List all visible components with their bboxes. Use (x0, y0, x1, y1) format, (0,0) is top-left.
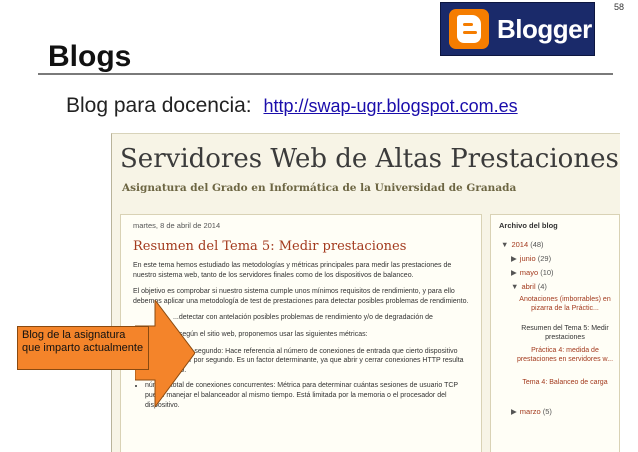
archive-post-link[interactable]: Anotaciones (imborrables) en pizarra de … (515, 296, 615, 313)
blog-title[interactable]: Servidores Web de Altas Prestaciones (120, 144, 619, 174)
archive-count: (48) (530, 240, 544, 249)
archive-post-link[interactable]: Práctica 4: medida de prestaciones en se… (515, 347, 615, 364)
archive-month-link[interactable]: junio (520, 254, 536, 263)
triangle-down-icon: ▼ (511, 282, 519, 291)
archive-count: (29) (537, 254, 552, 263)
archive-month-marzo[interactable]: ▶ marzo (5) (511, 407, 552, 416)
archive-month-mayo[interactable]: ▶ mayo (10) (511, 268, 554, 277)
blogger-wordmark: Blogger (497, 13, 592, 44)
blog-archive-widget: Archivo del blog ▼ 2014 (48) ▶ junio (29) … (490, 214, 620, 452)
archive-month-junio[interactable]: ▶ junio (29) (511, 254, 551, 263)
post-paragraph: En este tema hemos estudiado las metodol… (133, 262, 452, 279)
subtitle: Blog para docencia: http://swap-ugr.blog… (66, 94, 518, 118)
archive-month-link[interactable]: abril (521, 282, 535, 291)
archive-month-abril[interactable]: ▼ abril (4) (511, 282, 547, 291)
archive-month-link[interactable]: marzo (520, 407, 541, 416)
post-title[interactable]: Resumen del Tema 5: Medir prestaciones (133, 239, 406, 254)
triangle-down-icon: ▼ (501, 240, 509, 249)
callout-note: Blog de la asignatura que imparto actual… (17, 326, 149, 370)
title-divider (38, 73, 613, 75)
archive-post-link-current[interactable]: Resumen del Tema 5: Medir prestaciones (515, 325, 615, 342)
blogger-b-icon (449, 9, 489, 49)
archive-count: (4) (537, 282, 547, 291)
archive-month-link[interactable]: mayo (520, 268, 538, 277)
archive-heading: Archivo del blog (499, 221, 558, 230)
archive-year-link[interactable]: 2014 (511, 240, 528, 249)
archive-post-link[interactable]: Tema 4: Balanceo de carga (515, 379, 615, 388)
post-date: martes, 8 de abril de 2014 (133, 221, 221, 230)
slide-number: 58 (613, 2, 624, 12)
slide-title: Blogs (48, 40, 132, 73)
blog-description: Asignatura del Grado en Informática de l… (122, 182, 517, 194)
blog-url-link[interactable]: http://swap-ugr.blogspot.com.es (263, 96, 517, 116)
archive-year-2014[interactable]: ▼ 2014 (48) (501, 240, 544, 249)
archive-count: (10) (540, 268, 554, 277)
triangle-right-icon: ▶ (511, 407, 517, 416)
triangle-right-icon: ▶ (511, 268, 517, 277)
triangle-right-icon: ▶ (511, 254, 517, 263)
archive-count: (5) (542, 407, 552, 416)
blogger-logo: Blogger (440, 2, 595, 56)
subtitle-text: Blog para docencia: (66, 94, 252, 117)
